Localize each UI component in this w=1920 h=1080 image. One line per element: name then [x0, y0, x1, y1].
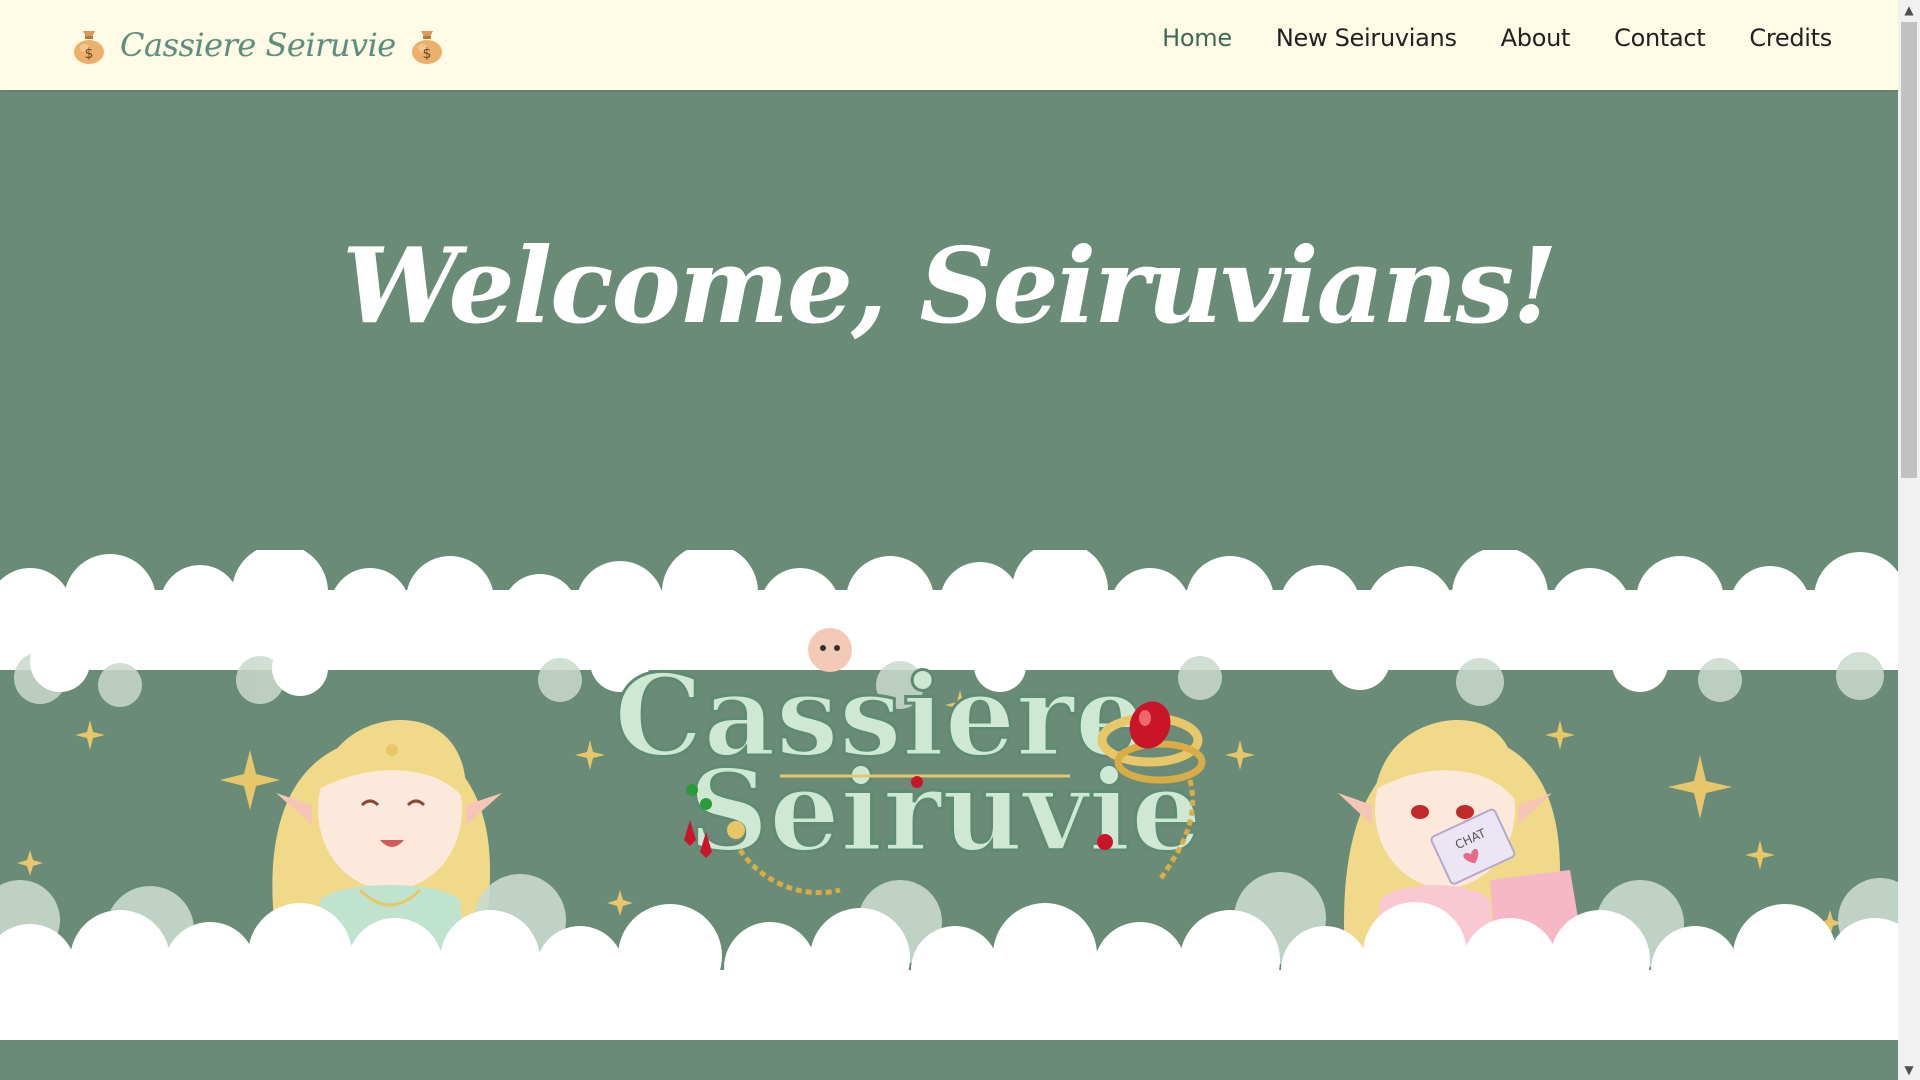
- nav-new-seiruvians[interactable]: New Seiruvians: [1276, 24, 1457, 52]
- money-bag-icon: $: [74, 31, 104, 64]
- scroll-up-arrow-icon[interactable]: ▲: [1898, 0, 1920, 20]
- nav-contact[interactable]: Contact: [1614, 24, 1706, 52]
- page-scrollbar[interactable]: ▲ ▼: [1898, 0, 1920, 1080]
- scroll-down-arrow-icon[interactable]: ▼: [1898, 1060, 1920, 1080]
- money-bag-icon: $: [411, 31, 442, 64]
- nav-credits[interactable]: Credits: [1749, 24, 1832, 52]
- svg-text:$: $: [422, 46, 431, 62]
- nav-about[interactable]: About: [1501, 24, 1571, 52]
- brand-name: Cassiere Seiruvie: [120, 26, 396, 64]
- nav-home[interactable]: Home: [1162, 24, 1232, 52]
- site-header: $ Cassiere Seiruvie $ Home New Seiruvian…: [0, 0, 1898, 90]
- hero-section: Welcome, Seiruvians! CHAT Cassiere Seiru…: [0, 90, 1898, 1080]
- channel-banner-image: CHAT Cassiere Seiruvie: [0, 550, 1898, 1080]
- welcome-heading: Welcome, Seiruvians!: [342, 223, 1558, 347]
- banner-logo: Cassiere Seiruvie: [613, 628, 1206, 896]
- svg-text:$: $: [85, 46, 94, 62]
- logo-line-2: Seiruvie: [688, 746, 1202, 877]
- brand-link[interactable]: $ Cassiere Seiruvie $: [72, 22, 444, 68]
- scrollbar-thumb[interactable]: [1901, 22, 1917, 478]
- main-nav: Home New Seiruvians About Contact Credit…: [1162, 24, 1832, 52]
